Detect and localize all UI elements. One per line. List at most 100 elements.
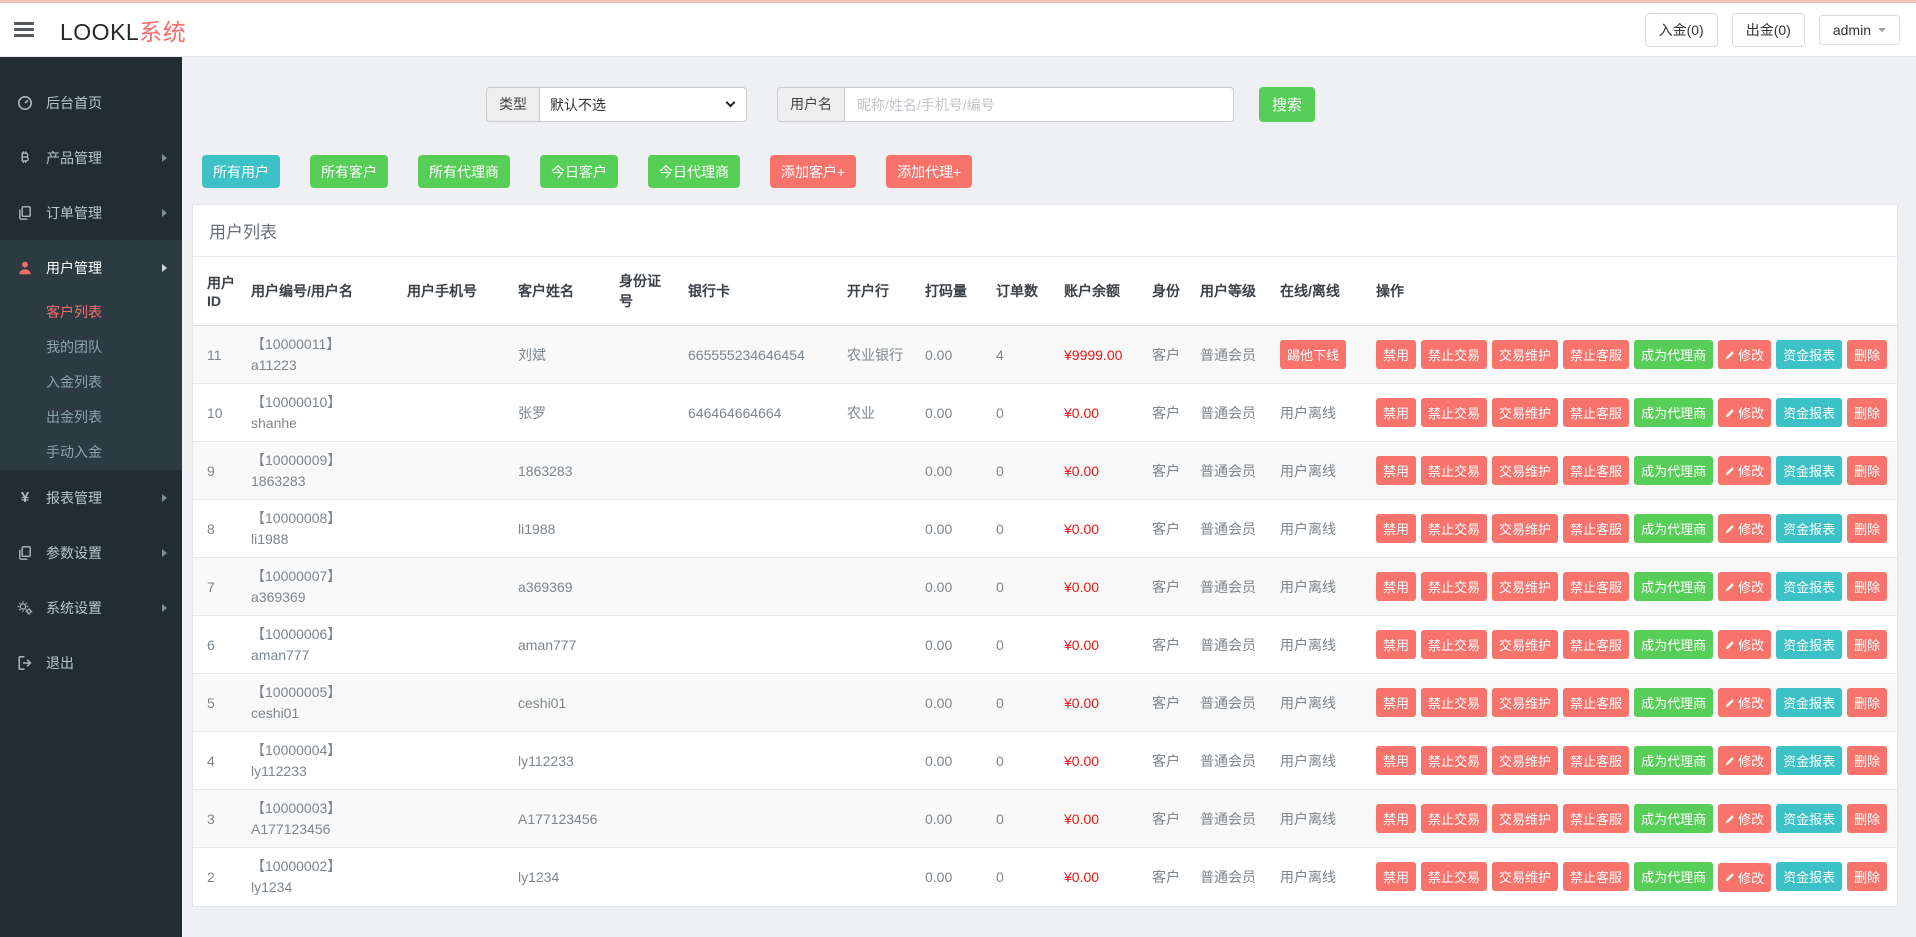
row-action-button[interactable]: 成为代理商 bbox=[1634, 456, 1713, 485]
sidebar-item-system-settings[interactable]: 系统设置 bbox=[0, 580, 182, 635]
row-action-button[interactable]: 成为代理商 bbox=[1634, 572, 1713, 601]
sidebar-subitem-my-team[interactable]: 我的团队 bbox=[0, 330, 182, 365]
username-input[interactable] bbox=[844, 87, 1234, 122]
row-action-button[interactable]: 禁用 bbox=[1376, 804, 1416, 833]
row-action-button[interactable]: 交易维护 bbox=[1492, 688, 1558, 717]
quick-button[interactable]: 添加代理+ bbox=[886, 155, 972, 188]
row-action-button[interactable]: 资金报表 bbox=[1776, 688, 1842, 717]
row-action-button[interactable]: 交易维护 bbox=[1492, 746, 1558, 775]
row-action-button[interactable]: 交易维护 bbox=[1492, 862, 1558, 891]
row-action-button[interactable]: 资金报表 bbox=[1776, 804, 1842, 833]
row-action-button[interactable]: 禁止交易 bbox=[1421, 630, 1487, 659]
row-action-button[interactable]: 修改 bbox=[1718, 804, 1771, 833]
row-action-button[interactable]: 禁止交易 bbox=[1421, 804, 1487, 833]
row-action-button[interactable]: 禁用 bbox=[1376, 572, 1416, 601]
quick-button[interactable]: 所有用户 bbox=[202, 155, 280, 188]
row-action-button[interactable]: 修改 bbox=[1718, 398, 1771, 427]
sidebar-subitem-deposit-list[interactable]: 入金列表 bbox=[0, 365, 182, 400]
row-action-button[interactable]: 禁用 bbox=[1376, 456, 1416, 485]
row-action-button[interactable]: 交易维护 bbox=[1492, 630, 1558, 659]
quick-button[interactable]: 今日代理商 bbox=[648, 155, 740, 188]
row-action-button[interactable]: 交易维护 bbox=[1492, 572, 1558, 601]
row-action-button[interactable]: 禁止交易 bbox=[1421, 572, 1487, 601]
row-action-button[interactable]: 资金报表 bbox=[1776, 340, 1842, 369]
sidebar-subitem-customer-list[interactable]: 客户列表 bbox=[0, 295, 182, 330]
row-action-button[interactable]: 禁用 bbox=[1376, 630, 1416, 659]
row-action-button[interactable]: 修改 bbox=[1718, 746, 1771, 775]
row-action-button[interactable]: 资金报表 bbox=[1776, 630, 1842, 659]
quick-button[interactable]: 添加客户+ bbox=[770, 155, 856, 188]
row-action-button[interactable]: 交易维护 bbox=[1492, 398, 1558, 427]
row-action-button[interactable]: 删除 bbox=[1847, 688, 1887, 717]
row-action-button[interactable]: 修改 bbox=[1718, 630, 1771, 659]
row-action-button[interactable]: 交易维护 bbox=[1492, 456, 1558, 485]
row-action-button[interactable]: 资金报表 bbox=[1776, 398, 1842, 427]
sidebar-item-products[interactable]: 产品管理 bbox=[0, 130, 182, 185]
sidebar-subitem-withdraw-list[interactable]: 出金列表 bbox=[0, 400, 182, 435]
deposit-button[interactable]: 入金(0) bbox=[1645, 13, 1718, 47]
row-action-button[interactable]: 成为代理商 bbox=[1634, 746, 1713, 775]
row-action-button[interactable]: 禁止客服 bbox=[1563, 572, 1629, 601]
row-action-button[interactable]: 修改 bbox=[1718, 340, 1771, 369]
row-action-button[interactable]: 禁止客服 bbox=[1563, 804, 1629, 833]
sidebar-item-dashboard[interactable]: 后台首页 bbox=[0, 75, 182, 130]
row-action-button[interactable]: 禁止客服 bbox=[1563, 862, 1629, 891]
row-action-button[interactable]: 禁止客服 bbox=[1563, 340, 1629, 369]
row-action-button[interactable]: 禁用 bbox=[1376, 862, 1416, 891]
row-action-button[interactable]: 禁用 bbox=[1376, 514, 1416, 543]
sidebar-item-users[interactable]: 用户管理 bbox=[0, 240, 182, 295]
row-action-button[interactable]: 成为代理商 bbox=[1634, 630, 1713, 659]
user-menu[interactable]: admin bbox=[1819, 15, 1900, 45]
row-action-button[interactable]: 禁止交易 bbox=[1421, 456, 1487, 485]
withdraw-button[interactable]: 出金(0) bbox=[1732, 13, 1805, 47]
row-action-button[interactable]: 成为代理商 bbox=[1634, 804, 1713, 833]
row-action-button[interactable]: 禁止客服 bbox=[1563, 630, 1629, 659]
row-action-button[interactable]: 禁止客服 bbox=[1563, 746, 1629, 775]
quick-button[interactable]: 今日客户 bbox=[540, 155, 618, 188]
row-action-button[interactable]: 禁止客服 bbox=[1563, 456, 1629, 485]
row-action-button[interactable]: 资金报表 bbox=[1776, 572, 1842, 601]
row-action-button[interactable]: 资金报表 bbox=[1776, 746, 1842, 775]
row-action-button[interactable]: 成为代理商 bbox=[1634, 398, 1713, 427]
row-action-button[interactable]: 删除 bbox=[1847, 456, 1887, 485]
row-action-button[interactable]: 禁止交易 bbox=[1421, 862, 1487, 891]
row-action-button[interactable]: 禁用 bbox=[1376, 688, 1416, 717]
row-action-button[interactable]: 禁止交易 bbox=[1421, 746, 1487, 775]
row-action-button[interactable]: 成为代理商 bbox=[1634, 688, 1713, 717]
row-action-button[interactable]: 禁止客服 bbox=[1563, 398, 1629, 427]
row-action-button[interactable]: 禁止交易 bbox=[1421, 688, 1487, 717]
row-action-button[interactable]: 禁用 bbox=[1376, 398, 1416, 427]
quick-button[interactable]: 所有客户 bbox=[310, 155, 388, 188]
search-button[interactable]: 搜索 bbox=[1259, 87, 1315, 122]
hamburger-icon[interactable] bbox=[14, 22, 34, 37]
row-action-button[interactable]: 删除 bbox=[1847, 572, 1887, 601]
row-action-button[interactable]: 资金报表 bbox=[1776, 456, 1842, 485]
row-action-button[interactable]: 禁止客服 bbox=[1563, 688, 1629, 717]
row-action-button[interactable]: 修改 bbox=[1718, 572, 1771, 601]
kick-offline-button[interactable]: 踢他下线 bbox=[1280, 340, 1346, 369]
row-action-button[interactable]: 成为代理商 bbox=[1634, 514, 1713, 543]
row-action-button[interactable]: 资金报表 bbox=[1776, 862, 1842, 891]
row-action-button[interactable]: 删除 bbox=[1847, 804, 1887, 833]
row-action-button[interactable]: 删除 bbox=[1847, 514, 1887, 543]
row-action-button[interactable]: 禁止客服 bbox=[1563, 514, 1629, 543]
sidebar-item-orders[interactable]: 订单管理 bbox=[0, 185, 182, 240]
row-action-button[interactable]: 修改 bbox=[1718, 456, 1771, 485]
row-action-button[interactable]: 禁止交易 bbox=[1421, 514, 1487, 543]
row-action-button[interactable]: 删除 bbox=[1847, 398, 1887, 427]
row-action-button[interactable]: 删除 bbox=[1847, 862, 1887, 891]
sidebar-item-reports[interactable]: ¥ 报表管理 bbox=[0, 470, 182, 525]
row-action-button[interactable]: 修改 bbox=[1718, 688, 1771, 717]
row-action-button[interactable]: 交易维护 bbox=[1492, 804, 1558, 833]
row-action-button[interactable]: 成为代理商 bbox=[1634, 862, 1713, 891]
row-action-button[interactable]: 交易维护 bbox=[1492, 514, 1558, 543]
sidebar-subitem-manual-deposit[interactable]: 手动入金 bbox=[0, 435, 182, 470]
sidebar-item-parameters[interactable]: 参数设置 bbox=[0, 525, 182, 580]
row-action-button[interactable]: 成为代理商 bbox=[1634, 340, 1713, 369]
sidebar-item-logout[interactable]: 退出 bbox=[0, 635, 182, 690]
row-action-button[interactable]: 禁用 bbox=[1376, 746, 1416, 775]
quick-button[interactable]: 所有代理商 bbox=[418, 155, 510, 188]
row-action-button[interactable]: 禁止交易 bbox=[1421, 340, 1487, 369]
row-action-button[interactable]: 修改 bbox=[1718, 514, 1771, 543]
row-action-button[interactable]: 修改 bbox=[1718, 863, 1771, 892]
